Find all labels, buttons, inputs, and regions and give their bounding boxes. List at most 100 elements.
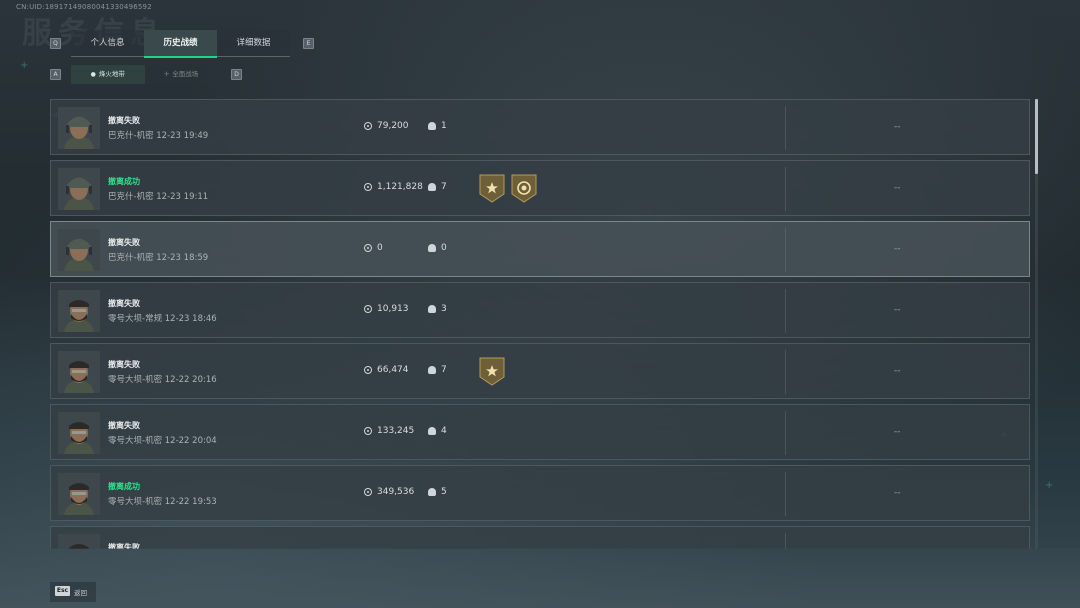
coin-icon <box>364 427 372 435</box>
loot-value: 10,913 <box>364 304 409 314</box>
kill-count-text: 4 <box>441 426 447 436</box>
skull-icon <box>428 366 436 374</box>
crosshair-icon: ✛ <box>164 71 170 78</box>
column-divider <box>785 167 786 211</box>
tab-detailed-data[interactable]: 详细数据 <box>217 30 290 57</box>
loot-value-text: 10,913 <box>377 304 409 314</box>
map-and-time: 巴克什-机密 12-23 19:11 <box>108 192 209 202</box>
extract-result: 撤离成功 <box>108 482 140 491</box>
kill-count-text: 1 <box>441 121 447 131</box>
kill-count: 0 <box>428 243 447 253</box>
operator-avatar <box>58 534 100 549</box>
key-prev-subtab[interactable]: A <box>50 69 61 80</box>
column-divider <box>785 472 786 516</box>
operator-avatar <box>58 168 100 210</box>
key-next-tab[interactable]: E <box>303 38 314 49</box>
kill-count: 7 <box>428 365 447 375</box>
map-and-time: 零号大坝-机密 12-22 20:04 <box>108 436 217 446</box>
loot-value: 66,474 <box>364 365 409 375</box>
extra-stat: -- <box>894 427 901 437</box>
match-record-row[interactable]: 撤离成功 零号大坝-机密 12-22 19:53 349,536 5 -- <box>50 465 1030 521</box>
loot-value-text: 66,474 <box>377 365 409 375</box>
loot-value-text: 79,200 <box>377 121 409 131</box>
extract-result: 撤离失败 <box>108 238 140 247</box>
loot-value-text: 133,245 <box>377 426 415 436</box>
extract-result: 撤离成功 <box>108 177 140 186</box>
kill-count-text: 7 <box>441 365 447 375</box>
coin-icon <box>364 305 372 313</box>
key-next-subtab[interactable]: D <box>231 69 242 80</box>
skull-icon <box>428 244 436 252</box>
skull-icon <box>428 305 436 313</box>
column-divider <box>785 411 786 455</box>
coin-icon <box>364 488 372 496</box>
column-divider <box>785 533 786 549</box>
kill-count: 7 <box>428 182 447 192</box>
operator-avatar <box>58 473 100 515</box>
loot-value-text: 349,536 <box>377 487 415 497</box>
subtab-label: 烽火地带 <box>98 70 125 78</box>
column-divider <box>785 228 786 272</box>
extract-result: 撤离失败 <box>108 299 140 308</box>
footer-bar <box>0 548 1080 608</box>
kill-count: 4 <box>428 426 447 436</box>
loot-value: 133,245 <box>364 426 414 436</box>
match-history-list: 撤离失败 巴克什-机密 12-23 19:49 79,200 1 -- 撤离成功… <box>50 99 1030 549</box>
esc-key: Esc <box>55 586 70 596</box>
loot-value: 1,121,828 <box>364 182 423 192</box>
decor-plus-icon: + <box>20 60 29 71</box>
kill-count-text: 5 <box>441 487 447 497</box>
match-record-row[interactable]: 撤离失败 巴克什-机密 12-23 19:49 79,200 1 -- <box>50 99 1030 155</box>
map-and-time: 零号大坝-机密 12-22 20:16 <box>108 375 217 385</box>
extra-stat: -- <box>894 366 901 376</box>
match-record-row[interactable]: 撤离失败 零号大坝-机密 12-22 20:16 66,474 7 -- <box>50 343 1030 399</box>
match-record-row[interactable]: 撤离失败 <box>50 526 1030 549</box>
kill-count-text: 0 <box>441 243 447 253</box>
operator-avatar <box>58 107 100 149</box>
column-divider <box>785 350 786 394</box>
scrollbar-thumb[interactable] <box>1035 99 1038 174</box>
loot-value: 79,200 <box>364 121 409 131</box>
skull-icon <box>428 488 436 496</box>
coin-icon <box>364 366 372 374</box>
loot-value-text: 0 <box>377 243 383 253</box>
extract-result: 撤离失败 <box>108 360 140 369</box>
coin-icon <box>364 244 372 252</box>
back-label: 返回 <box>74 589 87 597</box>
extra-stat: -- <box>894 122 901 132</box>
skull-icon <box>428 427 436 435</box>
decor-plus-icon: + <box>1045 480 1054 491</box>
person-icon: ● <box>90 71 96 78</box>
subtab-full-battlefield[interactable]: ✛ 全面战场 <box>144 65 218 84</box>
main-tabs: 个人信息 历史战绩 详细数据 <box>71 30 290 58</box>
extract-result: 撤离失败 <box>108 421 140 430</box>
map-and-time: 零号大坝-机密 12-22 19:53 <box>108 497 217 507</box>
match-record-row[interactable]: 撤离失败 巴克什-机密 12-23 18:59 0 0 -- <box>50 221 1030 277</box>
extra-stat: -- <box>894 183 901 193</box>
extra-stat: -- <box>894 488 901 498</box>
column-divider <box>785 106 786 150</box>
tab-match-history[interactable]: 历史战绩 <box>144 30 217 58</box>
coin-icon <box>364 183 372 191</box>
subtab-hazard-zone[interactable]: ● 烽火地带 <box>71 65 145 84</box>
tab-personal-info[interactable]: 个人信息 <box>71 30 144 57</box>
map-and-time: 零号大坝-常规 12-23 18:46 <box>108 314 217 324</box>
match-record-row[interactable]: 撤离成功 巴克什-机密 12-23 19:11 1,121,828 7 -- <box>50 160 1030 216</box>
kill-count: 3 <box>428 304 447 314</box>
achievement-badges <box>479 174 537 207</box>
subtab-label: 全面战场 <box>172 70 199 78</box>
skull-icon <box>428 183 436 191</box>
back-button[interactable]: Esc 返回 <box>50 582 96 602</box>
kill-count: 5 <box>428 487 447 497</box>
map-and-time: 巴克什-机密 12-23 18:59 <box>108 253 209 263</box>
star-badge-icon <box>479 357 505 390</box>
coin-icon <box>364 122 372 130</box>
kill-count: 1 <box>428 121 447 131</box>
key-prev-tab[interactable]: Q <box>50 38 61 49</box>
match-record-row[interactable]: 撤离失败 零号大坝-常规 12-23 18:46 10,913 3 -- <box>50 282 1030 338</box>
loot-value-text: 1,121,828 <box>377 182 423 192</box>
round-badge-icon <box>511 174 537 207</box>
kill-count-text: 3 <box>441 304 447 314</box>
match-record-row[interactable]: 撤离失败 零号大坝-机密 12-22 20:04 133,245 4 -- <box>50 404 1030 460</box>
map-and-time: 巴克什-机密 12-23 19:49 <box>108 131 209 141</box>
